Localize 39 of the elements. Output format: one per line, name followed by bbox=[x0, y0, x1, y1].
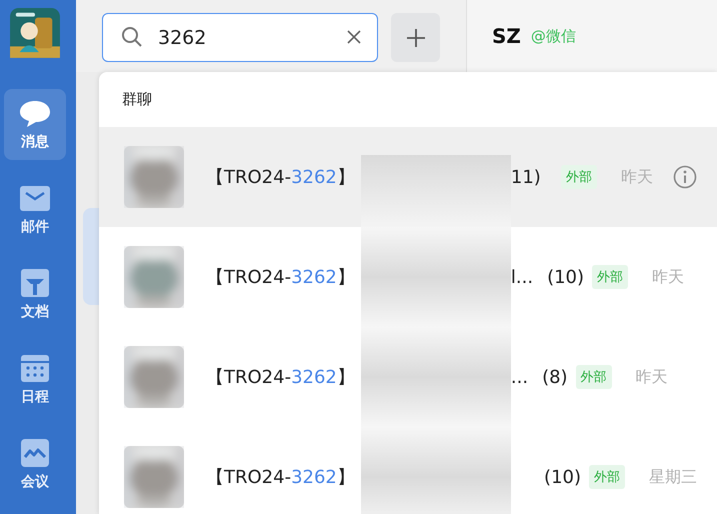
result-row[interactable]: 【TRO24-3262】 11) 外部 昨天 bbox=[99, 127, 717, 227]
external-tag: 外部 bbox=[576, 365, 612, 389]
time-label: 星期三 bbox=[649, 466, 697, 488]
calendar-icon bbox=[19, 352, 51, 384]
external-tag: 外部 bbox=[592, 265, 628, 289]
time-label: 昨天 bbox=[620, 166, 653, 188]
meeting-icon bbox=[19, 437, 51, 470]
group-name: 【TRO24-3262】 bbox=[206, 366, 355, 389]
chat-title: SZ bbox=[492, 24, 521, 48]
clear-icon[interactable] bbox=[346, 29, 362, 45]
info-icon[interactable] bbox=[672, 165, 697, 189]
search-field[interactable]: 3262 bbox=[102, 13, 378, 62]
plus-icon bbox=[406, 28, 426, 48]
external-tag: 外部 bbox=[589, 465, 625, 489]
result-row[interactable]: 【TRO24-3262】 l... (10) 外部 昨天 bbox=[99, 227, 717, 327]
source-label: @微信 bbox=[530, 26, 576, 46]
document-icon bbox=[19, 267, 51, 300]
nav-item[interactable]: 文档 bbox=[4, 258, 66, 330]
nav-item[interactable]: 消息 bbox=[4, 88, 66, 160]
group-name-tail: l... bbox=[510, 266, 534, 288]
group-name-tail: 11) bbox=[510, 166, 541, 188]
result-row[interactable]: 【TRO24-3262】 ... (8) 外部 昨天 bbox=[99, 327, 717, 427]
nav-item[interactable]: 会议 bbox=[4, 428, 66, 500]
app-logo-icon[interactable] bbox=[9, 8, 61, 58]
group-name: 【TRO24-3262】 bbox=[206, 166, 355, 189]
group-name: 【TRO24-3262】 bbox=[206, 466, 355, 489]
section-title: 群聊 bbox=[121, 89, 153, 110]
external-tag: 外部 bbox=[560, 165, 597, 189]
group-name-tail: ... bbox=[510, 366, 528, 388]
time-label: 昨天 bbox=[652, 266, 684, 288]
group-name: 【TRO24-3262】 bbox=[206, 266, 355, 289]
time-label: 昨天 bbox=[636, 366, 668, 388]
member-count: (10) bbox=[544, 466, 581, 488]
add-button[interactable] bbox=[391, 13, 440, 62]
result-row[interactable]: 【TRO24-3262】 (10) 外部 星期三 bbox=[99, 427, 717, 514]
member-count: (8) bbox=[542, 366, 568, 388]
nav-item[interactable]: 日程 bbox=[4, 344, 66, 415]
member-count: (10) bbox=[547, 266, 584, 288]
nav-item[interactable]: 邮件 bbox=[4, 174, 66, 245]
